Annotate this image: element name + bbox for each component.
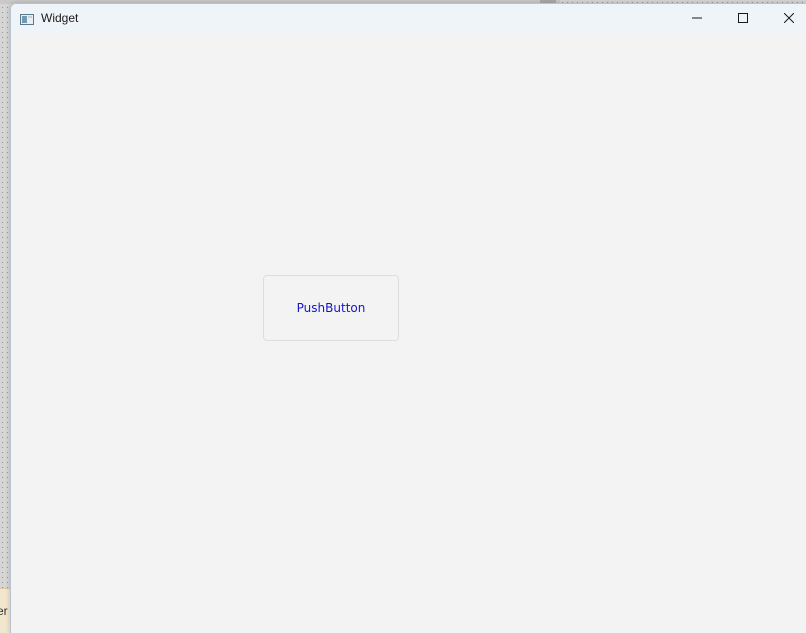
push-button[interactable]: PushButton bbox=[263, 275, 399, 341]
close-icon bbox=[783, 10, 795, 28]
widget-client-area: PushButton bbox=[11, 33, 806, 633]
window-title: Widget bbox=[41, 11, 79, 25]
title-bar[interactable]: Widget bbox=[11, 4, 806, 33]
app-window-icon bbox=[20, 12, 34, 25]
maximize-button[interactable] bbox=[720, 4, 766, 33]
minimize-icon bbox=[692, 10, 702, 28]
minimize-button[interactable] bbox=[674, 4, 720, 33]
background-partial-label: er bbox=[0, 604, 8, 618]
close-button[interactable] bbox=[766, 4, 806, 33]
maximize-icon bbox=[738, 10, 748, 28]
widget-window: Widget PushButton bbox=[10, 3, 806, 633]
